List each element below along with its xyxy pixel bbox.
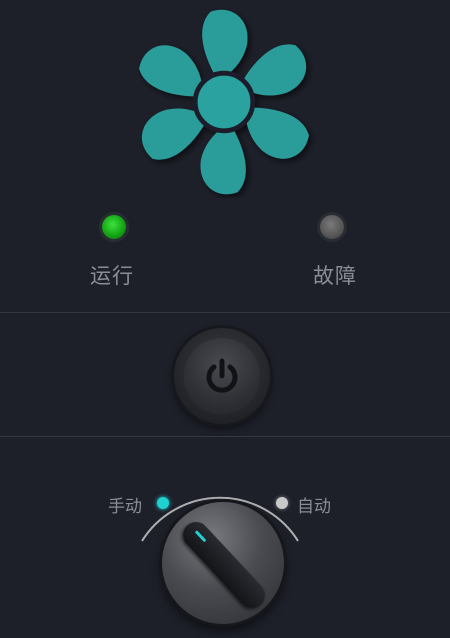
power-icon xyxy=(206,358,238,393)
manual-mode-label[interactable]: 手动 xyxy=(108,492,142,517)
fault-indicator-lamp xyxy=(320,215,344,239)
power-panel xyxy=(0,313,450,436)
auto-mode-dot[interactable] xyxy=(276,497,288,509)
mode-selector-knob[interactable] xyxy=(162,502,284,624)
power-button[interactable] xyxy=(174,328,270,424)
manual-mode-dot[interactable] xyxy=(157,497,169,509)
fan-icon xyxy=(132,9,316,195)
power-button-face xyxy=(184,338,260,414)
knob-pointer xyxy=(177,516,271,614)
auto-mode-label[interactable]: 自动 xyxy=(297,492,331,517)
run-indicator-lamp xyxy=(102,215,126,239)
fault-label: 故障 xyxy=(313,264,357,288)
mode-panel: 手动 自动 xyxy=(0,437,450,638)
run-label: 运行 xyxy=(90,264,134,288)
knob-indicator-mark xyxy=(194,530,207,543)
status-panel: 运行 故障 xyxy=(0,0,450,312)
